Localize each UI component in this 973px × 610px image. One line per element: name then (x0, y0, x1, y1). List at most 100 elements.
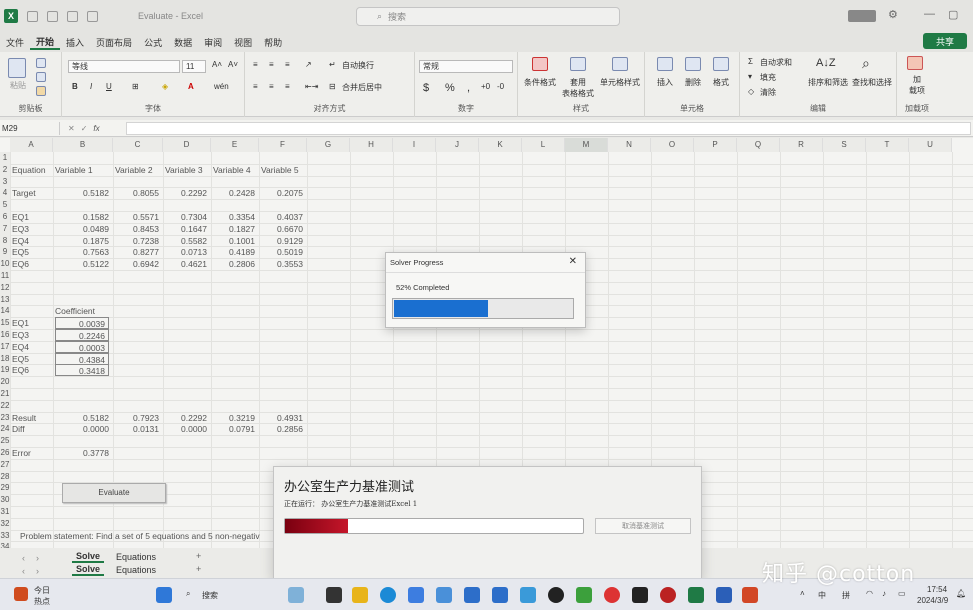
borders-icon[interactable]: ⊞ (132, 82, 139, 91)
number-format-select[interactable]: 常规 (419, 60, 513, 73)
row-header[interactable]: 28 (0, 470, 10, 483)
problem-statement[interactable]: Problem statement: Find a set of 5 equat… (20, 530, 280, 542)
align-middle-icon[interactable]: ≡ (269, 60, 274, 69)
app-icon[interactable] (326, 587, 342, 603)
cut-icon[interactable] (36, 58, 46, 68)
row-header[interactable]: 7 (0, 222, 10, 235)
sort-filter-icon[interactable]: A↓Z (816, 57, 836, 69)
cell[interactable]: Equation (12, 164, 49, 176)
column-header[interactable]: T (866, 138, 909, 152)
cell[interactable]: Target (12, 187, 49, 199)
tray-chevron-icon[interactable]: ˄ (800, 589, 805, 598)
column-header[interactable]: S (823, 138, 866, 152)
column-header[interactable]: I (393, 138, 436, 152)
column-header[interactable]: M (565, 138, 608, 152)
clear-icon[interactable]: ◇ (748, 87, 754, 96)
cell[interactable]: 0.8453 (115, 223, 159, 235)
cell[interactable]: 0.7923 (115, 412, 159, 424)
cell[interactable]: 0.3354 (213, 211, 255, 223)
tab-view[interactable]: 视图 (228, 36, 258, 49)
column-header[interactable]: H (350, 138, 393, 152)
wrap-text-button[interactable]: 自动换行 (342, 60, 374, 71)
cell[interactable]: 0.5582 (165, 235, 207, 247)
shrink-font-icon[interactable]: A˅ (228, 60, 238, 69)
row-header[interactable]: 2 (0, 163, 10, 176)
find-select-icon[interactable]: ⌕ (862, 55, 870, 72)
clear-button[interactable]: 清除 (760, 87, 776, 98)
tab-data[interactable]: 数据 (168, 36, 198, 49)
powerpoint-taskbar-icon[interactable] (742, 587, 758, 603)
cell[interactable]: 0.6942 (115, 258, 159, 270)
column-header[interactable]: P (694, 138, 737, 152)
app-icon[interactable] (660, 587, 676, 603)
font-name-select[interactable]: 等线 (68, 60, 180, 73)
format-as-table-icon[interactable] (570, 57, 586, 71)
column-header[interactable]: G (307, 138, 350, 152)
fill-color-icon[interactable]: ◈ (162, 82, 168, 91)
app-icon[interactable] (408, 587, 424, 603)
scroll-tabs-right-icon[interactable]: › (32, 551, 43, 565)
cell[interactable]: 0.8277 (115, 246, 159, 258)
row-header[interactable]: 17 (0, 340, 10, 353)
column-header[interactable]: B (53, 138, 113, 152)
cell[interactable]: 0.6670 (261, 223, 303, 235)
cell[interactable]: Variable 5 (261, 164, 303, 176)
comma-icon[interactable]: , (467, 82, 470, 94)
row-header[interactable]: 10 (0, 258, 10, 270)
cancel-entry-icon[interactable]: ✕ (68, 124, 75, 133)
row-header[interactable]: 31 (0, 506, 10, 518)
find-select-button[interactable]: 查找和选择 (852, 77, 892, 88)
column-header[interactable]: Q (737, 138, 780, 152)
row-header[interactable]: 21 (0, 388, 10, 400)
taskbar-search-icon[interactable]: ⌕ (186, 589, 190, 599)
column-header[interactable]: U (909, 138, 952, 152)
cell[interactable]: 0.0489 (55, 223, 109, 235)
ime-input[interactable]: 拼 (842, 590, 850, 601)
tab-home[interactable]: 开始 (30, 35, 61, 50)
app-icon[interactable] (632, 587, 648, 603)
name-box[interactable]: M29 (0, 121, 60, 135)
search-box[interactable]: ⌕ 搜索 (356, 7, 620, 26)
cell[interactable]: 0.7563 (55, 246, 109, 258)
sort-filter-button[interactable]: 排序和筛选 (808, 77, 848, 88)
cell[interactable]: 0.5182 (55, 412, 109, 424)
bold-icon[interactable]: B (72, 82, 78, 91)
grow-font-icon[interactable]: A˄ (212, 60, 222, 69)
confirm-entry-icon[interactable]: ✓ (81, 124, 88, 133)
redo-icon[interactable] (87, 10, 98, 22)
cell[interactable]: 0.0791 (213, 423, 255, 435)
evaluate-button[interactable]: Evaluate (62, 483, 166, 503)
decrease-decimal-icon[interactable]: -0 (497, 82, 504, 91)
share-button[interactable]: 共享 (923, 33, 967, 49)
cell[interactable]: 0.4189 (213, 246, 255, 258)
row-header[interactable]: 32 (0, 517, 10, 530)
row-header[interactable]: 27 (0, 458, 10, 471)
add-sheet-icon[interactable]: + (192, 549, 205, 563)
row-header[interactable]: 25 (0, 435, 10, 447)
row-header[interactable]: 13 (0, 293, 10, 306)
align-top-icon[interactable]: ≡ (253, 60, 258, 69)
cell[interactable]: EQ6 (12, 258, 49, 270)
cell[interactable]: 0.3219 (213, 412, 255, 424)
cell[interactable]: 0.5019 (261, 246, 303, 258)
taskbar-search[interactable]: 搜索 (202, 590, 218, 601)
column-header[interactable]: R (780, 138, 823, 152)
wifi-icon[interactable]: ◠ (866, 589, 873, 598)
account-avatar[interactable] (848, 10, 876, 22)
cell[interactable]: 0.4621 (165, 258, 207, 270)
phonetic-icon[interactable]: wén (214, 82, 229, 91)
volume-icon[interactable]: ♪ (882, 589, 886, 598)
cell[interactable]: 0.3553 (261, 258, 303, 270)
battery-icon[interactable]: ▭ (898, 589, 906, 598)
conditional-formatting-icon[interactable] (532, 57, 548, 71)
row-header[interactable]: 22 (0, 399, 10, 412)
start-icon[interactable] (156, 587, 172, 603)
cancel-benchmark-button[interactable]: 取消基准测试 (595, 518, 691, 534)
cell[interactable]: 0.9129 (261, 235, 303, 247)
cell[interactable]: Result (12, 412, 49, 424)
cell[interactable]: 0.2856 (261, 423, 303, 435)
cell[interactable]: 0.2292 (165, 412, 207, 424)
cell[interactable]: 0.1582 (55, 211, 109, 223)
row-header[interactable]: 15 (0, 317, 10, 329)
align-bottom-icon[interactable]: ≡ (285, 60, 290, 69)
